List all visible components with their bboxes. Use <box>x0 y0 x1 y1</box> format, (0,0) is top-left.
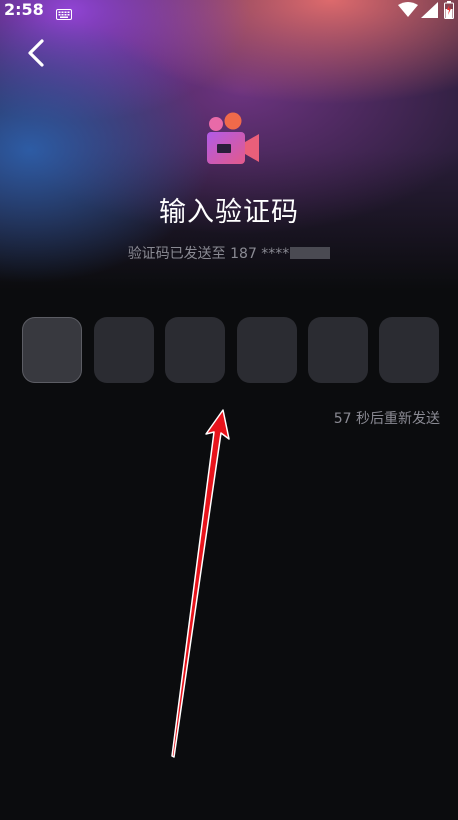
code-digit-box[interactable] <box>165 317 225 383</box>
code-digit-box[interactable] <box>237 317 297 383</box>
page-title: 输入验证码 <box>159 197 299 228</box>
code-sent-text: 验证码已发送至 187 **** <box>127 246 290 262</box>
resend-countdown: 57 秒后重新发送 <box>333 411 440 427</box>
code-digit-box[interactable] <box>94 317 154 383</box>
battery-icon <box>444 1 454 23</box>
signal-icon <box>421 2 438 22</box>
verification-code-input[interactable] <box>22 317 440 385</box>
video-camera-icon <box>203 112 261 170</box>
status-time: 2:58 <box>4 0 44 19</box>
status-bar: 2:58 <box>0 0 458 22</box>
chevron-left-icon <box>28 39 44 67</box>
back-button[interactable] <box>22 36 52 70</box>
masked-phone-digits <box>290 247 331 259</box>
code-digit-box[interactable] <box>379 317 439 383</box>
code-digit-box[interactable] <box>22 317 82 383</box>
keyboard-icon <box>56 5 72 24</box>
wifi-icon <box>398 2 418 22</box>
code-digit-box[interactable] <box>308 317 368 383</box>
code-sent-notice: 验证码已发送至 187 **** <box>0 243 458 263</box>
